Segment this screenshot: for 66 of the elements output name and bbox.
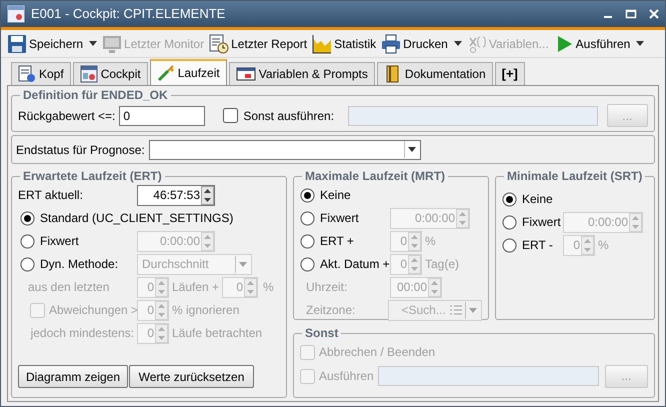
radio-option[interactable]: Keine bbox=[502, 190, 553, 208]
field-label: Endstatus für Prognose: bbox=[16, 142, 145, 158]
tab[interactable]: Variablen & Prompts bbox=[228, 62, 375, 85]
button[interactable]: Diagramm zeigen bbox=[18, 365, 128, 388]
close-icon[interactable] bbox=[649, 9, 659, 19]
maximize-icon[interactable] bbox=[625, 9, 637, 19]
radio-icon[interactable] bbox=[502, 192, 517, 206]
group-title: Maximale Laufzeit (MRT) bbox=[304, 168, 446, 185]
group-title: Erwartete Laufzeit (ERT) bbox=[22, 168, 163, 185]
spin-arrows-icon[interactable] bbox=[201, 186, 214, 204]
list-icon bbox=[450, 305, 462, 315]
field-label: ERT aktuell: bbox=[18, 187, 84, 204]
unit-label: Läufen + bbox=[172, 279, 220, 296]
unit-label: Tag(e) bbox=[425, 256, 460, 273]
variables-icon bbox=[466, 34, 487, 54]
unit-label: % bbox=[263, 279, 274, 296]
status-dropdown[interactable] bbox=[148, 140, 421, 160]
toolbar-button[interactable]: Statistik bbox=[312, 34, 376, 54]
group-title: Sonst bbox=[304, 325, 340, 342]
app-icon bbox=[7, 5, 25, 23]
report-clock-icon bbox=[209, 34, 230, 54]
tab[interactable]: Laufzeit bbox=[150, 59, 227, 85]
return-value-field[interactable]: 0 bbox=[119, 106, 206, 126]
monitor-icon bbox=[102, 34, 122, 54]
radio-icon[interactable] bbox=[20, 210, 35, 226]
unit-label: % ignorieren bbox=[172, 302, 240, 319]
command-field[interactable] bbox=[378, 366, 599, 386]
printer-icon bbox=[381, 34, 402, 54]
tab[interactable]: [+] bbox=[494, 62, 525, 85]
time-field[interactable]: 46:57:53 bbox=[137, 184, 215, 206]
toolbar-button[interactable]: Ausführen bbox=[554, 34, 644, 54]
document-info-icon bbox=[18, 65, 36, 83]
field-label: Rückgabewert <=: bbox=[18, 108, 116, 124]
cockpit-icon bbox=[80, 65, 98, 83]
button[interactable]: Werte zurücksetzen bbox=[129, 365, 254, 388]
tab[interactable]: Dokumentation bbox=[376, 62, 493, 85]
field-label: jedoch mindestens: bbox=[29, 325, 135, 342]
group-title: Minimale Laufzeit (SRT) bbox=[506, 168, 644, 185]
field-label: Uhrzeit: bbox=[305, 279, 348, 296]
dropdown-arrow-icon[interactable] bbox=[89, 41, 98, 46]
toolbar-button[interactable]: Drucken bbox=[381, 34, 462, 54]
unit-label: % bbox=[425, 233, 436, 250]
checkbox-label: Sonst ausführen: bbox=[243, 108, 334, 124]
radio-option[interactable]: Standard (UC_CLIENT_SETTINGS) bbox=[20, 209, 234, 227]
toolbar-button[interactable]: Speichern bbox=[7, 34, 98, 54]
field-label: aus den letzten bbox=[27, 279, 110, 296]
unit-label: Läufe betrachten bbox=[172, 325, 262, 342]
dropdown-arrow-icon[interactable] bbox=[454, 41, 462, 46]
checkbox-label: Ausführen bbox=[319, 368, 374, 385]
checkbox-label: Abweichungen > bbox=[49, 302, 138, 319]
chart-icon bbox=[312, 34, 332, 54]
radio-icon[interactable] bbox=[300, 188, 315, 202]
dropdown-arrow-icon[interactable] bbox=[636, 41, 644, 46]
radio-option[interactable]: Keine bbox=[300, 186, 351, 204]
field-label: Zeitzone: bbox=[305, 302, 356, 319]
wand-icon bbox=[156, 64, 175, 82]
prompt-window-icon bbox=[236, 65, 256, 83]
window-title: E001 - Cockpit: CPIT.ELEMENTE bbox=[31, 5, 226, 24]
command-field[interactable] bbox=[348, 106, 598, 126]
checkbox[interactable] bbox=[223, 108, 238, 123]
tab[interactable]: Kopf bbox=[11, 62, 71, 85]
tab[interactable]: Cockpit bbox=[72, 62, 148, 85]
unit-label: % bbox=[598, 237, 609, 254]
group-title: Definition für ENDED_OK bbox=[22, 87, 169, 104]
checkbox-label: Abbrechen / Beenden bbox=[319, 344, 436, 361]
toolbar-button[interactable]: Letzter Report bbox=[209, 34, 308, 54]
